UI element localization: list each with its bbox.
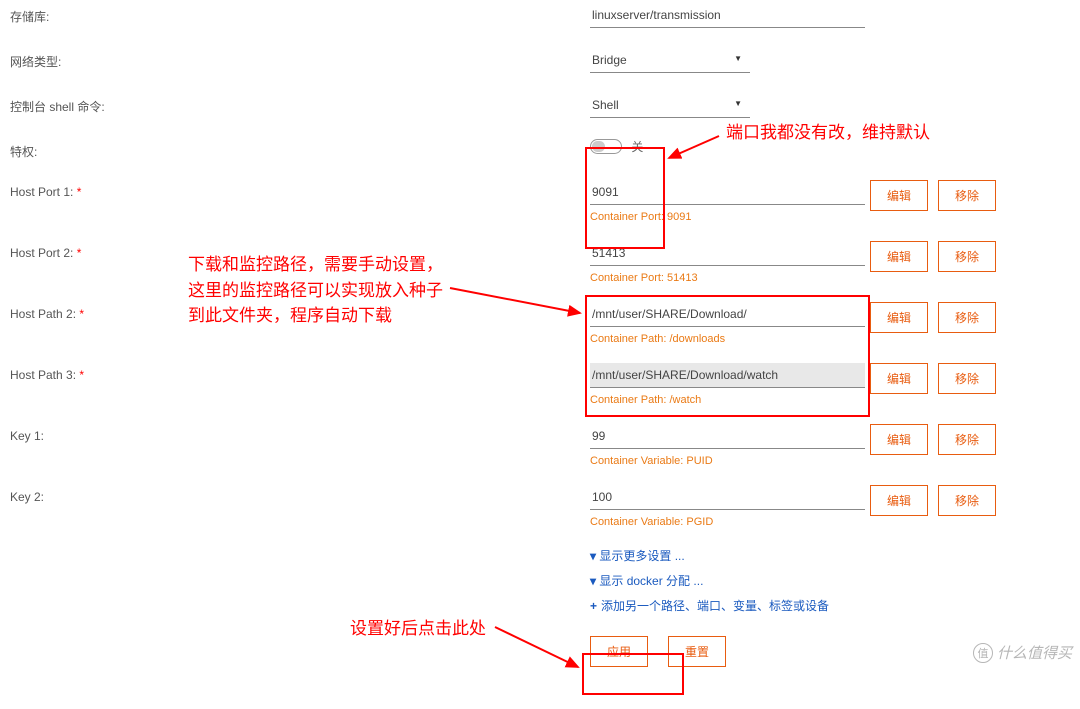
add-another-link[interactable]: +添加另一个路径、端口、变量、标签或设备: [590, 597, 1080, 614]
helper-hostport2: Container Port: 51413: [590, 272, 860, 284]
edit-button-key1[interactable]: 编辑: [870, 424, 928, 455]
helper-hostpath3: Container Path: /watch: [590, 394, 860, 406]
helper-hostpath2: Container Path: /downloads: [590, 333, 860, 345]
label-key1: Key 1:: [0, 424, 590, 443]
input-hostport2[interactable]: [590, 241, 865, 266]
select-network[interactable]: Bridge: [590, 48, 750, 73]
label-hostpath3: Host Path 3: *: [0, 363, 590, 382]
input-key1[interactable]: [590, 424, 865, 449]
helper-key1: Container Variable: PUID: [590, 455, 860, 467]
label-hostpath2: Host Path 2: *: [0, 302, 590, 321]
label-hostport2: Host Port 2: *: [0, 241, 590, 260]
input-hostpath3[interactable]: [590, 363, 865, 388]
annotation-text-3: 设置好后点击此处: [350, 614, 486, 639]
edit-button-hostpath2[interactable]: 编辑: [870, 302, 928, 333]
input-repo[interactable]: [590, 3, 865, 28]
input-key2[interactable]: [590, 485, 865, 510]
show-docker-link[interactable]: ▾ 显示 docker 分配 ...: [590, 572, 1080, 589]
helper-key2: Container Variable: PGID: [590, 516, 860, 528]
remove-button-hostport2[interactable]: 移除: [938, 241, 996, 272]
watermark: 值 什么值得买: [973, 642, 1072, 663]
remove-button-hostport1[interactable]: 移除: [938, 180, 996, 211]
edit-button-hostpath3[interactable]: 编辑: [870, 363, 928, 394]
label-shell: 控制台 shell 命令:: [0, 93, 590, 115]
toggle-priv[interactable]: [590, 139, 622, 154]
edit-button-key2[interactable]: 编辑: [870, 485, 928, 516]
reset-button[interactable]: 重置: [668, 636, 726, 667]
apply-button[interactable]: 应用: [590, 636, 648, 667]
input-hostpath2[interactable]: [590, 302, 865, 327]
remove-button-hostpath2[interactable]: 移除: [938, 302, 996, 333]
remove-button-key1[interactable]: 移除: [938, 424, 996, 455]
chevron-down-icon: ▾: [590, 574, 596, 588]
input-hostport1[interactable]: [590, 180, 865, 205]
chevron-down-icon: ▾: [590, 549, 596, 563]
edit-button-hostport2[interactable]: 编辑: [870, 241, 928, 272]
select-shell[interactable]: Shell: [590, 93, 750, 118]
remove-button-hostpath3[interactable]: 移除: [938, 363, 996, 394]
watermark-icon: 值: [973, 643, 993, 663]
edit-button-hostport1[interactable]: 编辑: [870, 180, 928, 211]
label-key2: Key 2:: [0, 485, 590, 504]
plus-icon: +: [590, 599, 597, 613]
label-hostport1: Host Port 1: *: [0, 180, 590, 199]
remove-button-key2[interactable]: 移除: [938, 485, 996, 516]
label-priv: 特权:: [0, 138, 590, 160]
toggle-priv-label: 关: [631, 140, 643, 154]
helper-hostport1: Container Port: 9091: [590, 211, 860, 223]
label-repo: 存储库:: [0, 3, 590, 25]
show-more-link[interactable]: ▾ 显示更多设置 ...: [590, 547, 1080, 564]
label-network: 网络类型:: [0, 48, 590, 70]
arrow-icon: [490, 622, 585, 677]
